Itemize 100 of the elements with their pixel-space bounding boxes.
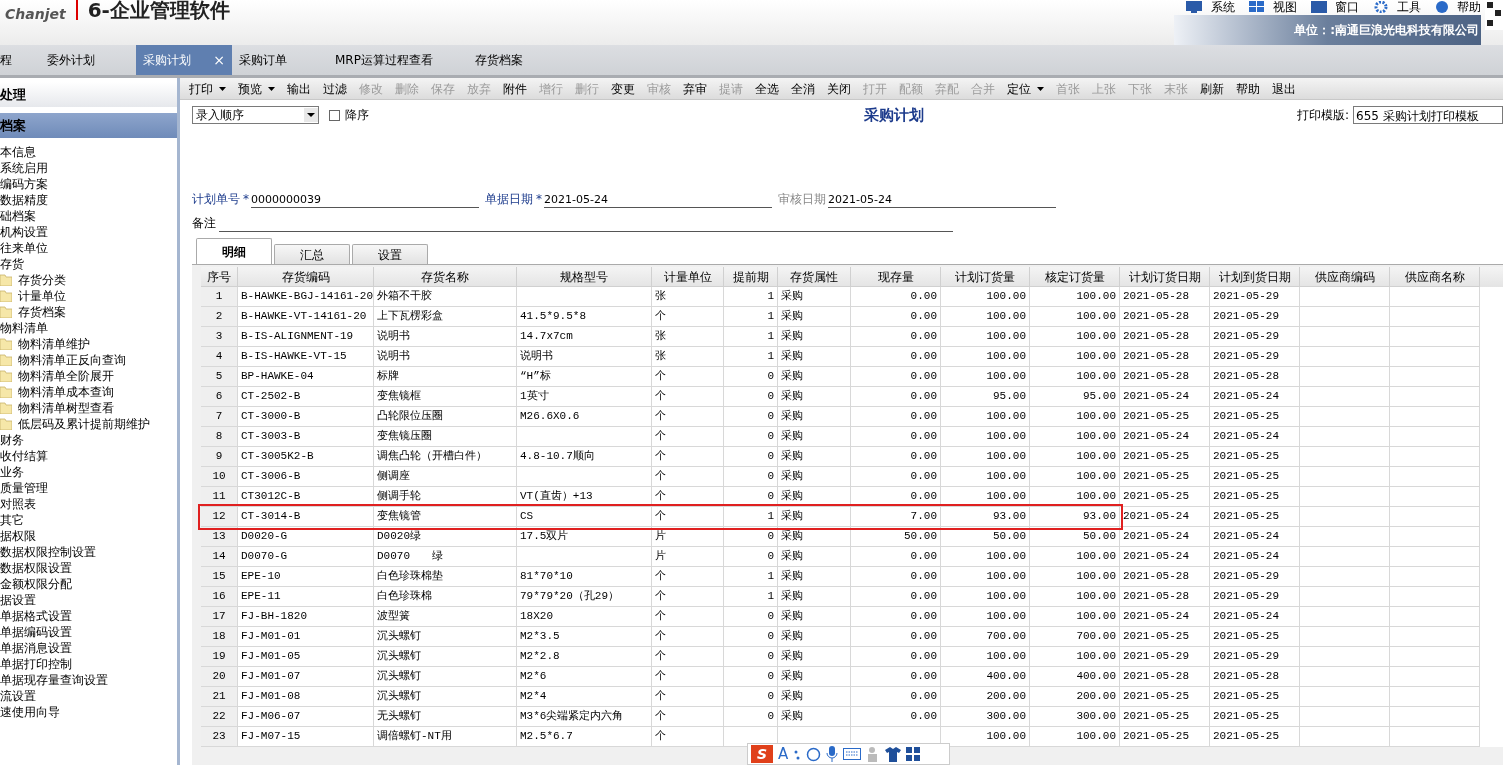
tree-item[interactable]: 单据打印控制: [0, 656, 72, 672]
menu-item[interactable]: 工具: [1397, 0, 1421, 14]
table-row[interactable]: 20 FJ-M01-07 沉头螺钉 M2*6 个 0 采购 0.00 400.00 400.00: [201, 667, 1120, 687]
table-row[interactable]: 8 CT-3003-B 变焦镜压圈 个 0 采购 0.00 100.00 100.00: [201, 427, 1120, 447]
tree-item[interactable]: 础档案: [0, 208, 36, 224]
table-row[interactable]: 1 B-HAWKE-BGJ-14161-20 外箱不干胶 张 1 采购 0.00 100.00 100.00: [201, 287, 1120, 307]
toolbar-button[interactable]: 输出: [284, 79, 314, 98]
tree-item[interactable]: 金额权限分配: [0, 576, 72, 592]
table-row[interactable]: 11 CT3012C-B 侧调手轮 VT(直齿）+13 个 0 采购 0.00 100.00 100.00: [201, 487, 1120, 507]
tree-item[interactable]: 其它: [0, 512, 24, 528]
tree-item[interactable]: 数据精度: [0, 192, 48, 208]
toolbar-button[interactable]: 打印: [186, 79, 229, 98]
table-row[interactable]: 12 CT-3014-B 变焦镜管 CS 个 1 采购 7.00 93.00 93.00: [201, 507, 1120, 527]
tree-item[interactable]: 单据编码设置: [0, 624, 72, 640]
tree-item[interactable]: 存货档案: [18, 304, 66, 320]
keyboard-icon[interactable]: [843, 748, 862, 760]
table-row[interactable]: 13 D0020-G D0020绿 17.5双片 片 0 采购 50.00 50.00 50.00: [201, 527, 1120, 547]
toolbar-button[interactable]: 附件: [500, 79, 530, 98]
tree-item[interactable]: 机构设置: [0, 224, 48, 240]
column-header[interactable]: 现存量: [851, 267, 941, 287]
menu-item[interactable]: 窗口: [1335, 0, 1359, 14]
tree-item[interactable]: 物料清单: [0, 320, 48, 336]
tree-item[interactable]: 物料清单维护: [18, 336, 90, 352]
tab[interactable]: 采购计划 ×: [136, 45, 232, 75]
table-row[interactable]: 15 EPE-10 白色珍珠棉垫 81*70*10 个 1 采购 0.00 100.00 100.00: [201, 567, 1120, 587]
tree-item[interactable]: 数据权限控制设置: [0, 544, 96, 560]
ime-logo[interactable]: S: [751, 745, 773, 763]
tree-item[interactable]: 质量管理: [0, 480, 48, 496]
table-row[interactable]: 16 EPE-11 白色珍珠棉 79*79*20（孔29） 个 1 采购 0.00 100.00 100.00: [201, 587, 1120, 607]
column-header[interactable]: 存货编码: [238, 267, 374, 287]
tree-item[interactable]: 计量单位: [18, 288, 66, 304]
tree-item[interactable]: 物料清单树型查看: [18, 400, 114, 416]
tree-item[interactable]: 低层码及累计提前期维护: [18, 416, 150, 432]
toolbar-button[interactable]: 关闭: [824, 79, 854, 98]
tree-item[interactable]: 单据消息设置: [0, 640, 72, 656]
column-header[interactable]: 存货属性: [778, 267, 851, 287]
tree-item[interactable]: 数据权限设置: [0, 560, 72, 576]
checkbox[interactable]: [329, 109, 340, 121]
microphone-icon[interactable]: [826, 746, 839, 762]
grid-icon[interactable]: [906, 747, 921, 761]
shirt-icon[interactable]: [885, 746, 902, 762]
sort-dropdown[interactable]: 录入顺序: [192, 106, 319, 124]
tree-item[interactable]: 单据现存量查询设置: [0, 672, 108, 688]
tree-item[interactable]: 流设置: [0, 688, 36, 704]
tab[interactable]: 汇总: [274, 244, 350, 264]
column-header[interactable]: 计量单位: [652, 267, 724, 287]
input-field[interactable]: 2021-05-24: [828, 193, 1056, 208]
tree-item[interactable]: 收付结算: [0, 448, 48, 464]
close-button[interactable]: ×: [213, 49, 225, 71]
toolbar-button[interactable]: 定位: [1004, 79, 1047, 98]
tree-item[interactable]: 据设置: [0, 592, 36, 608]
tree-item[interactable]: 编码方案: [0, 176, 48, 192]
tab[interactable]: MRP运算过程查看: [328, 45, 468, 75]
menu-item[interactable]: 视图: [1273, 0, 1297, 14]
table-row[interactable]: 22 FJ-M06-07 无头螺钉 M3*6尖端紧定内六角 个 0 采购 0.00 300.00 300.00: [201, 707, 1120, 727]
table-row[interactable]: 19 FJ-M01-05 沉头螺钉 M2*2.8 个 0 采购 0.00 100.00 100.00: [201, 647, 1120, 667]
tree-item[interactable]: 对照表: [0, 496, 36, 512]
column-header[interactable]: 规格型号: [517, 267, 652, 287]
table-row[interactable]: 2 B-HAWKE-VT-14161-20 上下瓦楞彩盒 41.5*9.5*8 个 1 采购 0.00 100.00 100.00: [201, 307, 1120, 327]
tree-item[interactable]: 物料清单正反向查询: [18, 352, 126, 368]
tree-item[interactable]: 物料清单成本查询: [18, 384, 114, 400]
tree-item[interactable]: 单据格式设置: [0, 608, 72, 624]
toolbar-button[interactable]: 全选: [752, 79, 782, 98]
toolbar-button[interactable]: 过滤: [320, 79, 350, 98]
column-header[interactable]: 计划订货日期: [1120, 267, 1210, 287]
toolbar-button[interactable]: 刷新: [1197, 79, 1227, 98]
tree-item[interactable]: 系统启用: [0, 160, 48, 176]
table-row[interactable]: 6 CT-2502-B 变焦镜框 1英寸 个 0 采购 0.00 95.00 95.00: [201, 387, 1120, 407]
toolbar-button[interactable]: 弃审: [680, 79, 710, 98]
column-header[interactable]: 计划到货日期: [1210, 267, 1300, 287]
tree-item[interactable]: 存货分类: [18, 272, 66, 288]
table-row[interactable]: 4 B-IS-HAWKE-VT-15 说明书 说明书 张 1 采购 0.00 100.00 100.00: [201, 347, 1120, 367]
column-header[interactable]: 供应商名称: [1390, 267, 1480, 287]
column-header[interactable]: 计划订货量: [941, 267, 1030, 287]
tab[interactable]: 设置: [352, 244, 428, 264]
table-row[interactable]: 9 CT-3005K2-B 调焦凸轮（开槽白件） 4.8-10.7顺向 个 0 采购 0.00 100.00 100.00: [201, 447, 1120, 467]
toolbar-button[interactable]: 变更: [608, 79, 638, 98]
table-row[interactable]: 18 FJ-M01-01 沉头螺钉 M2*3.5 个 0 采购 0.00 700.00 700.00: [201, 627, 1120, 647]
toolbar-button[interactable]: 全消: [788, 79, 818, 98]
table-row[interactable]: 21 FJ-M01-08 沉头螺钉 M2*4 个 0 采购 0.00 200.00 200.00: [201, 687, 1120, 707]
toolbar-button[interactable]: 预览: [235, 79, 278, 98]
tree-item[interactable]: 本信息: [0, 144, 36, 160]
tree-item[interactable]: 物料清单全阶展开: [18, 368, 114, 384]
tab[interactable]: 存货档案: [468, 45, 564, 75]
tab[interactable]: 程: [0, 45, 40, 75]
tab[interactable]: 明细: [196, 238, 272, 264]
tree-item[interactable]: 财务: [0, 432, 24, 448]
column-header[interactable]: 供应商编码: [1300, 267, 1390, 287]
column-header[interactable]: 提前期: [724, 267, 778, 287]
tab[interactable]: 采购订单: [232, 45, 328, 75]
input-field[interactable]: 0000000039: [251, 193, 479, 208]
menu-item[interactable]: 系统: [1211, 0, 1235, 14]
table-row[interactable]: 14 D0070-G D0070 绿 片 0 采购 0.00 100.00 100.00: [201, 547, 1120, 567]
tree-item[interactable]: 往来单位: [0, 240, 48, 256]
toolbar-button[interactable]: 退出: [1269, 79, 1299, 98]
table-row[interactable]: 17 FJ-BH-1820 波型簧 18X20 个 0 采购 0.00 100.00 100.00: [201, 607, 1120, 627]
sidebar-section[interactable]: 档案: [0, 113, 177, 138]
table-row[interactable]: 5 BP-HAWKE-04 标牌 “H”标 个 0 采购 0.00 100.00 100.00: [201, 367, 1120, 387]
tab[interactable]: 委外计划: [40, 45, 136, 75]
table-row[interactable]: 10 CT-3006-B 侧调座 个 0 采购 0.00 100.00 100.00: [201, 467, 1120, 487]
